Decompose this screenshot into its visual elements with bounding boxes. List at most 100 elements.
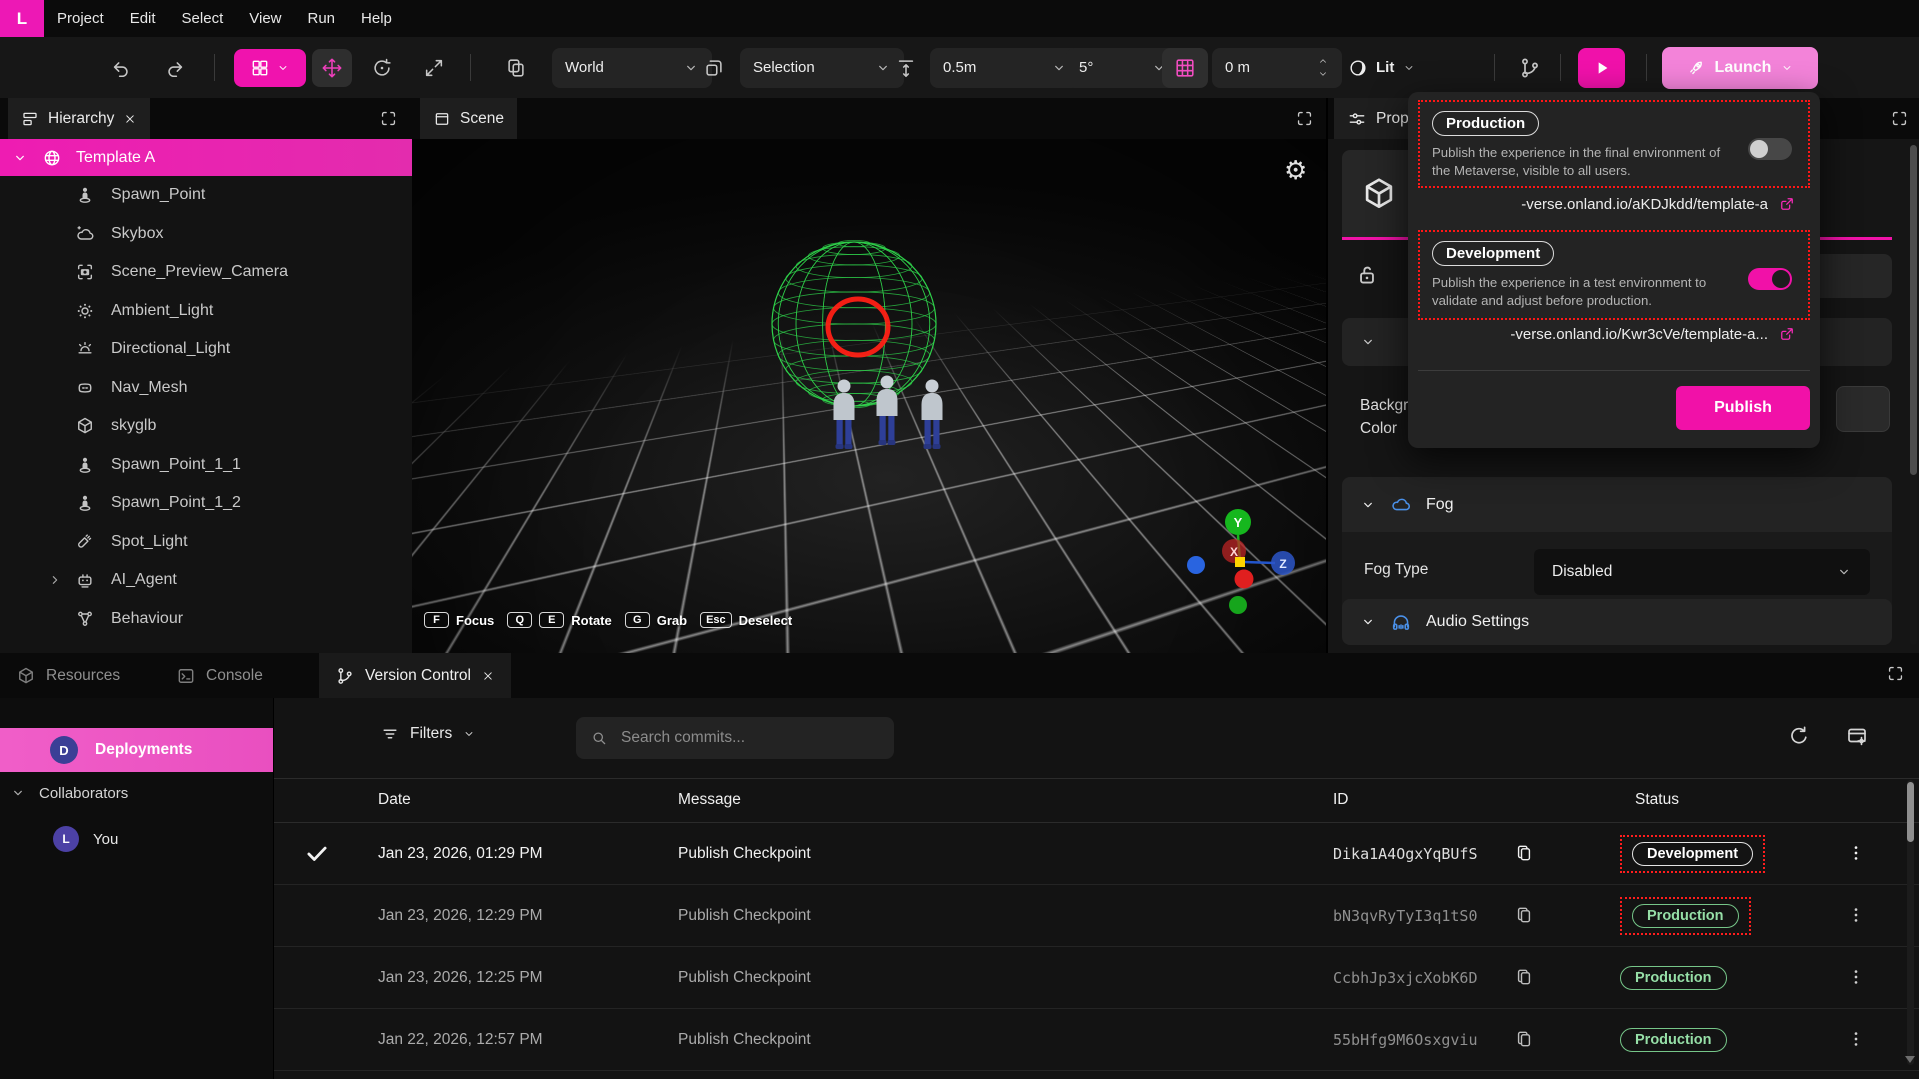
search-commits-box[interactable]	[576, 717, 894, 759]
menu-help[interactable]: Help	[361, 10, 392, 27]
gizmo-red-node[interactable]	[1235, 570, 1254, 589]
menu-project[interactable]: Project	[57, 10, 104, 27]
external-link-icon[interactable]	[1778, 195, 1796, 213]
view-layout-button[interactable]	[234, 49, 306, 87]
external-link-icon[interactable]	[1778, 325, 1796, 343]
transform-space-dropdown[interactable]: World	[552, 48, 712, 88]
avatar[interactable]	[922, 380, 943, 450]
kebab-menu-icon[interactable]	[1846, 843, 1866, 863]
status-badge-wrapper: Production	[1620, 1028, 1727, 1052]
play-button[interactable]	[1578, 48, 1625, 88]
copy-icon[interactable]	[1514, 843, 1534, 863]
scale-tool-button[interactable]	[414, 49, 454, 87]
properties-scrollbar[interactable]	[1910, 145, 1917, 645]
commits-scrollbar[interactable]	[1907, 780, 1914, 1065]
panel-settings-icon[interactable]	[1845, 724, 1869, 748]
menu-run[interactable]: Run	[308, 10, 336, 27]
fullscreen-icon[interactable]	[1890, 109, 1909, 128]
sidebar-item-you[interactable]: L You	[0, 824, 273, 854]
duplicate-button[interactable]	[496, 49, 536, 87]
undo-button[interactable]	[104, 49, 138, 87]
snap-toggle-button[interactable]	[698, 49, 730, 87]
fog-section-header[interactable]: Fog	[1342, 477, 1892, 532]
hierarchy-item-spawn_point_1_2[interactable]: Spawn_Point_1_2	[0, 484, 412, 523]
copy-icon[interactable]	[1514, 967, 1534, 987]
hierarchy-item-scene_preview_camera[interactable]: Scene_Preview_Camera	[0, 253, 412, 292]
tab-hierarchy[interactable]: Hierarchy	[8, 98, 150, 139]
hierarchy-item-ai_agent[interactable]: AI_Agent	[0, 561, 412, 600]
commit-row[interactable]: Jan 23, 2026, 12:29 PMPublish Checkpoint…	[274, 885, 1919, 947]
move-tool-button[interactable]	[312, 49, 352, 87]
development-toggle[interactable]	[1748, 268, 1792, 290]
move-snap-dropdown[interactable]: 0.5m	[930, 48, 1080, 88]
transform-space-value: World	[565, 59, 604, 76]
chevron-right-icon[interactable]	[47, 572, 63, 588]
menu-select[interactable]: Select	[182, 10, 224, 27]
close-icon[interactable]	[481, 669, 495, 683]
gizmo-blue-node[interactable]	[1187, 556, 1205, 574]
gizmo-green-node[interactable]	[1229, 596, 1247, 614]
menu-edit[interactable]: Edit	[130, 10, 156, 27]
fog-type-dropdown[interactable]: Disabled	[1534, 549, 1870, 595]
kebab-menu-icon[interactable]	[1846, 905, 1866, 925]
avatar[interactable]	[834, 380, 855, 450]
color-swatch[interactable]	[1836, 386, 1890, 432]
scrollbar-thumb[interactable]	[1907, 782, 1914, 842]
vertical-snap-button[interactable]	[890, 49, 922, 87]
rotate-tool-button[interactable]	[362, 49, 402, 87]
pivot-mode-dropdown[interactable]: Selection	[740, 48, 904, 88]
audio-settings-header[interactable]: Audio Settings	[1342, 599, 1892, 645]
hierarchy-item-spot_light[interactable]: Spot_Light	[0, 523, 412, 562]
app-logo[interactable]: L	[0, 0, 44, 37]
grid-toggle-button[interactable]	[1162, 48, 1208, 88]
hierarchy-item-spawn_point[interactable]: Spawn_Point	[0, 176, 412, 215]
gizmo-center-handle[interactable]	[1235, 557, 1245, 567]
hierarchy-item-behaviour[interactable]: Behaviour	[0, 600, 412, 639]
tab-version-control[interactable]: Version Control	[319, 653, 511, 698]
commit-row[interactable]: Jan 22, 2026, 12:57 PMPublish Checkpoint…	[274, 1009, 1919, 1071]
tab-object-3d[interactable]	[1342, 150, 1416, 237]
close-icon[interactable]	[123, 112, 137, 126]
scene-3d-canvas[interactable]: X Y Z ⚙ FFocusQERotateGGrabEscDeselect	[412, 139, 1326, 653]
avatar[interactable]	[877, 376, 898, 446]
chevron-down-icon[interactable]	[12, 150, 28, 166]
copy-icon[interactable]	[1514, 905, 1534, 925]
lock-open-icon[interactable]	[1354, 262, 1380, 288]
refresh-icon[interactable]	[1787, 724, 1811, 748]
fullscreen-icon[interactable]	[1295, 109, 1314, 128]
launch-button[interactable]: Launch	[1662, 47, 1818, 89]
tab-resources[interactable]: Resources	[0, 653, 136, 698]
hierarchy-item-directional_light[interactable]: Directional_Light	[0, 330, 412, 369]
fullscreen-icon[interactable]	[379, 109, 398, 128]
grid-height-stepper[interactable]: 0 m	[1212, 48, 1342, 88]
hierarchy-item-spawn_point_1_1[interactable]: Spawn_Point_1_1	[0, 446, 412, 485]
kebab-menu-icon[interactable]	[1846, 967, 1866, 987]
commit-row[interactable]: Jan 23, 2026, 12:25 PMPublish Checkpoint…	[274, 947, 1919, 1009]
production-toggle[interactable]	[1748, 138, 1792, 160]
hierarchy-item-nav_mesh[interactable]: Nav_Mesh	[0, 369, 412, 408]
sidebar-item-collaborators[interactable]: Collaborators	[0, 778, 273, 808]
search-commits-input[interactable]	[619, 728, 880, 748]
commit-row[interactable]: Jan 23, 2026, 01:29 PMPublish Checkpoint…	[274, 822, 1919, 885]
hierarchy-item-skybox[interactable]: Skybox	[0, 215, 412, 254]
kebab-menu-icon[interactable]	[1846, 1029, 1866, 1049]
sidebar-item-deployments[interactable]: D Deployments	[0, 728, 273, 772]
scrollbar-thumb[interactable]	[1910, 145, 1917, 475]
stepper-arrows[interactable]	[1317, 55, 1329, 80]
filters-dropdown[interactable]: Filters	[380, 724, 476, 744]
version-control-button[interactable]	[1512, 49, 1548, 87]
shading-mode-dropdown[interactable]: Lit	[1348, 58, 1416, 78]
fullscreen-icon[interactable]	[1886, 664, 1905, 683]
hierarchy-item-root-selected[interactable]: Template A	[0, 139, 412, 176]
viewport-settings-gear-icon[interactable]: ⚙	[1284, 157, 1307, 183]
hierarchy-item-ambient_light[interactable]: Ambient_Light	[0, 292, 412, 331]
tab-scene[interactable]: Scene	[420, 98, 517, 139]
scroll-down-arrow[interactable]	[1905, 1056, 1915, 1063]
publish-button[interactable]: Publish	[1676, 386, 1810, 430]
menu-view[interactable]: View	[249, 10, 281, 27]
transform-gizmo[interactable]: X Y Z	[1180, 505, 1310, 617]
tab-console[interactable]: Console	[160, 653, 279, 698]
hierarchy-item-skyglb[interactable]: skyglb	[0, 407, 412, 446]
copy-icon[interactable]	[1514, 1029, 1534, 1049]
redo-button[interactable]	[158, 49, 192, 87]
